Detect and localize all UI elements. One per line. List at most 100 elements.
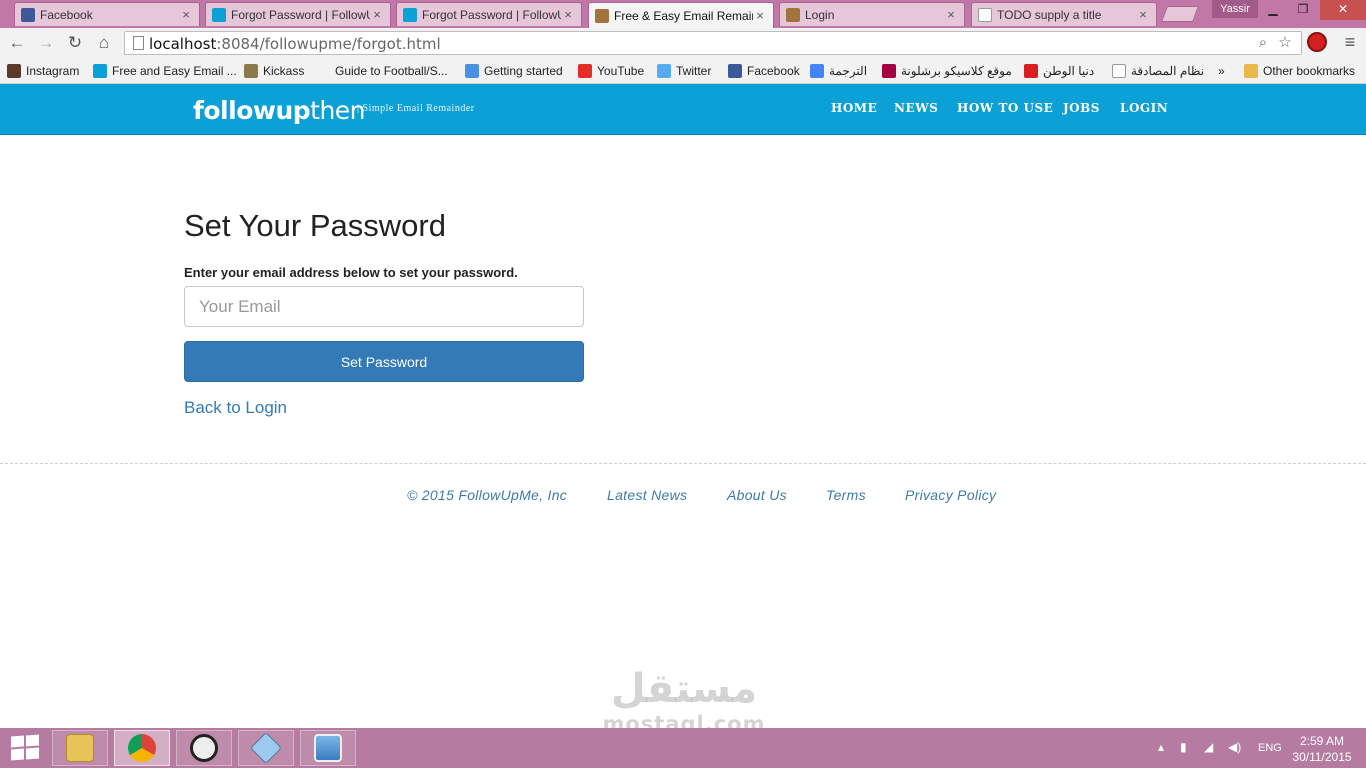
bookmark-label: Twitter xyxy=(676,64,712,78)
window-close-icon[interactable]: ✕ xyxy=(1320,0,1366,20)
bookmark-item[interactable]: Getting started xyxy=(465,62,563,80)
tray-expand-icon[interactable]: ▴ xyxy=(1158,740,1164,754)
browser-tab[interactable]: Forgot Password | FollowU × xyxy=(396,2,582,26)
tray-language[interactable]: ENG xyxy=(1258,742,1282,754)
windows-start-icon[interactable] xyxy=(10,734,40,761)
nav-login[interactable]: LOGIN xyxy=(1120,101,1168,115)
page-icon xyxy=(978,7,992,22)
nav-jobs[interactable]: JOBS xyxy=(1063,101,1100,115)
bookmark-item[interactable]: Facebook xyxy=(728,62,800,80)
address-bar[interactable]: localhost:8084/followupme/forgot.html ⌕ … xyxy=(124,31,1302,55)
reload-icon[interactable]: ↻ xyxy=(64,32,86,54)
followup-icon xyxy=(212,7,226,22)
chrome-icon[interactable] xyxy=(114,730,170,766)
tab-close-icon[interactable]: × xyxy=(944,7,958,22)
bookmark-item[interactable]: الترجمة xyxy=(810,62,867,80)
twitter-icon xyxy=(657,64,671,78)
email-field[interactable] xyxy=(184,286,584,327)
footer-about-us[interactable]: About Us xyxy=(727,487,787,503)
bookmark-label: دنيا الوطن xyxy=(1043,64,1095,78)
bookmark-label: Getting started xyxy=(484,64,563,78)
footer-terms[interactable]: Terms xyxy=(826,487,866,503)
back-to-login-link[interactable]: Back to Login xyxy=(184,398,287,418)
tab-close-icon[interactable]: × xyxy=(753,8,767,23)
footer-latest-news[interactable]: Latest News xyxy=(607,487,687,503)
bookmark-label: موقع كلاسيكو برشلونة xyxy=(901,64,1012,78)
bookmark-label: Instagram xyxy=(26,64,80,78)
bookmark-item[interactable]: Guide to Football/S... xyxy=(335,62,448,80)
footer-copyright: © 2015 FollowUpMe, Inc xyxy=(407,487,568,503)
nav-news[interactable]: NEWS xyxy=(894,101,938,115)
zoom-search-icon[interactable]: ⌕ xyxy=(1253,33,1273,53)
forward-arrow-icon[interactable]: → xyxy=(35,32,57,54)
restore-icon[interactable]: ❐ xyxy=(1288,0,1318,20)
browser-tab[interactable]: Facebook × xyxy=(14,2,200,26)
bookmark-item[interactable]: نظام المصادقة xyxy=(1112,62,1204,80)
tray-volume-icon[interactable]: ◀) xyxy=(1228,740,1241,754)
browser-tab[interactable]: Login × xyxy=(779,2,965,26)
url-host: localhost xyxy=(149,35,217,53)
youtube-icon xyxy=(578,64,592,78)
tab-close-icon[interactable]: × xyxy=(1136,7,1150,22)
profile-button[interactable]: Yassir xyxy=(1212,0,1258,18)
set-password-button[interactable]: Set Password xyxy=(184,341,584,382)
site-logo[interactable]: followupthen xyxy=(193,96,366,125)
bookmark-label: Facebook xyxy=(747,64,800,78)
back-arrow-icon[interactable]: ← xyxy=(6,32,28,54)
bookmark-item[interactable]: موقع كلاسيكو برشلونة xyxy=(882,62,1012,80)
image-icon xyxy=(786,7,800,22)
bookmark-item[interactable]: » xyxy=(1218,62,1225,80)
bookmark-label: نظام المصادقة xyxy=(1131,64,1205,78)
chrome-menu-icon[interactable]: ≡ xyxy=(1340,31,1360,53)
bookmark-item[interactable]: YouTube xyxy=(578,62,644,80)
tab-close-icon[interactable]: × xyxy=(370,7,384,22)
facebook-icon xyxy=(21,7,35,22)
new-tab-button[interactable] xyxy=(1161,6,1199,22)
footer-privacy-policy[interactable]: Privacy Policy xyxy=(905,487,996,503)
nav-home[interactable]: HOME xyxy=(831,101,877,115)
bookmark-item[interactable]: Kickass xyxy=(244,62,304,80)
extension-icon[interactable] xyxy=(1307,32,1327,52)
bookmark-item[interactable]: دنيا الوطن xyxy=(1024,62,1094,80)
page-icon xyxy=(133,36,144,50)
bookmark-item[interactable]: Free and Easy Email ... xyxy=(93,62,237,80)
home-icon[interactable]: ⌂ xyxy=(93,32,115,54)
logo-bold: followup xyxy=(193,96,311,125)
mostaql-watermark: مستقل mostaql.com xyxy=(601,666,767,736)
browser-tab[interactable]: Free & Easy Email Remain × xyxy=(588,2,774,28)
taskbar-clock[interactable]: 2:59 AM 30/11/2015 xyxy=(1290,733,1354,765)
footer-divider xyxy=(0,463,1366,464)
tab-close-icon[interactable]: × xyxy=(561,7,575,22)
followup-icon xyxy=(93,64,107,78)
bookmark-item[interactable]: Twitter xyxy=(657,62,711,80)
bookmark-label: Guide to Football/S... xyxy=(335,64,448,78)
tab-title: Forgot Password | FollowU xyxy=(422,7,561,22)
address-url: localhost:8084/followupme/forgot.html xyxy=(149,35,441,53)
page-icon xyxy=(1112,64,1126,78)
bookmark-item[interactable]: Instagram xyxy=(7,62,79,80)
nav-how-to-use[interactable]: HOW TO USE xyxy=(957,101,1053,115)
bookmark-star-icon[interactable]: ☆ xyxy=(1275,33,1295,53)
bookmark-label: YouTube xyxy=(597,64,645,78)
browser-tab[interactable]: TODO supply a title × xyxy=(971,2,1157,26)
instagram-icon xyxy=(7,64,21,78)
tab-close-icon[interactable]: × xyxy=(179,7,193,22)
tray-battery-icon[interactable]: ▮ xyxy=(1180,740,1187,754)
tab-title: Login xyxy=(805,7,835,22)
bookmark-item[interactable]: Other bookmarks xyxy=(1244,62,1355,80)
browser-tab[interactable]: Forgot Password | FollowU × xyxy=(205,2,391,26)
bookmark-label: Kickass xyxy=(263,64,305,78)
minimize-icon[interactable]: ▁ xyxy=(1258,0,1288,20)
file-explorer-icon[interactable] xyxy=(52,730,108,766)
facebook-icon xyxy=(728,64,742,78)
tray-signal-icon[interactable]: ◢ xyxy=(1204,740,1213,754)
eye-app-icon[interactable] xyxy=(176,730,232,766)
picture-app-icon[interactable] xyxy=(300,730,356,766)
cube-app-icon[interactable] xyxy=(238,730,294,766)
tab-title: Free & Easy Email Remain xyxy=(614,8,753,23)
followup-icon xyxy=(403,7,417,22)
url-path: :8084/followupme/forgot.html xyxy=(216,35,441,53)
email-instruction: Enter your email address below to set yo… xyxy=(184,265,518,280)
page-title: Set Your Password xyxy=(184,208,446,243)
kickass-icon xyxy=(244,64,258,78)
